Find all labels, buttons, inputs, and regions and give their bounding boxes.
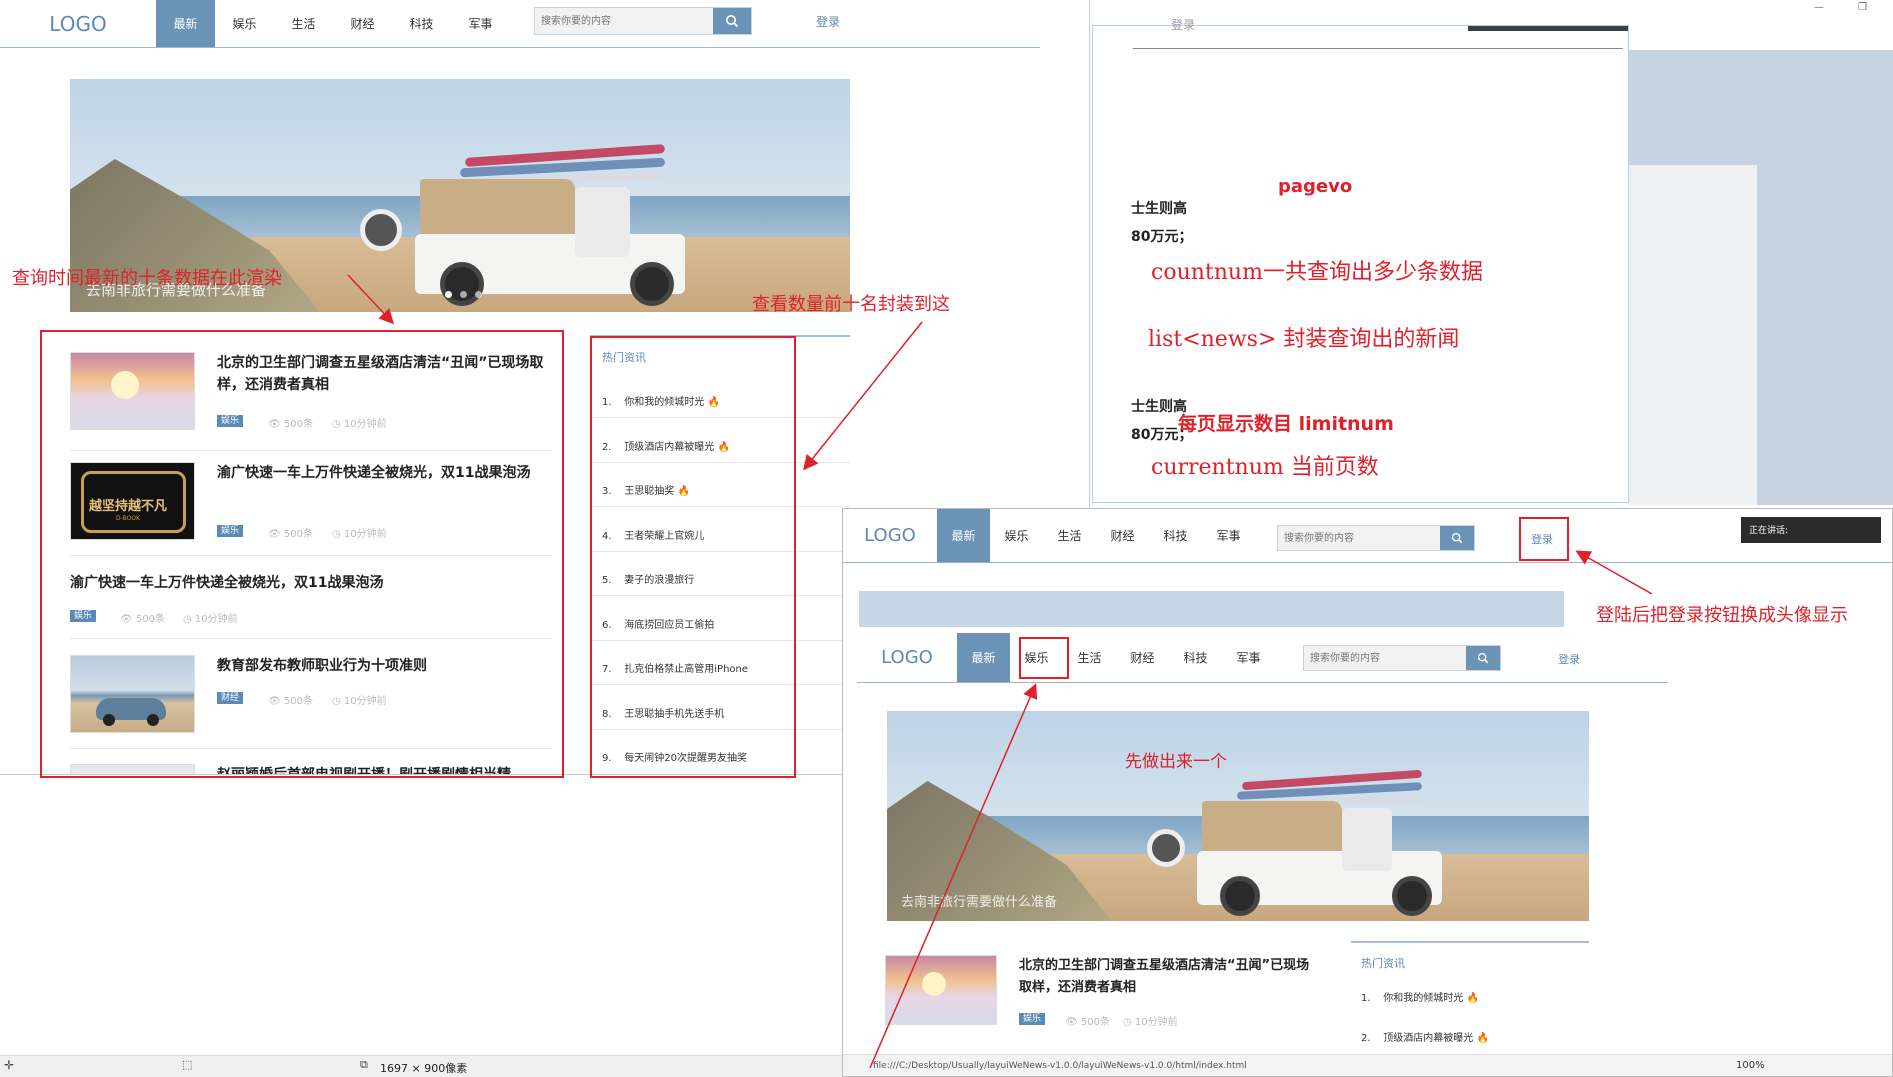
arrow-to-login [1575,550,1653,595]
arrow-to-hot-list [803,321,923,471]
arrow-to-entertainment [869,683,1038,1069]
annotation-arrows [347,274,1653,1069]
arrow-to-news-list [347,274,395,325]
